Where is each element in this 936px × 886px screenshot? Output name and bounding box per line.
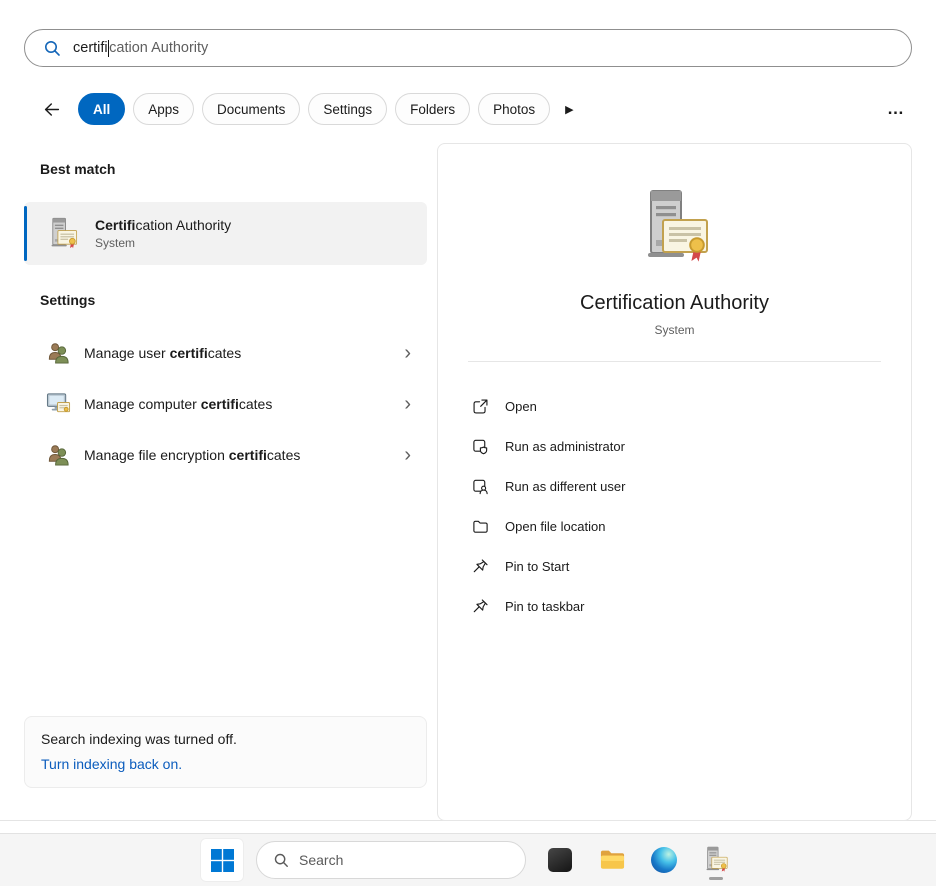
preview-title: Certification Authority <box>438 292 911 315</box>
certification-authority-icon <box>702 846 730 874</box>
open-file-location-icon <box>472 518 489 535</box>
running-app-indicator <box>709 877 723 880</box>
edge-icon <box>651 847 677 873</box>
back-button[interactable] <box>36 94 66 124</box>
best-match-subtitle: System <box>95 236 231 250</box>
pin-icon <box>472 598 489 615</box>
search-text: certifi cation Authority <box>73 40 208 57</box>
taskbar-items: Search <box>200 834 738 886</box>
action-label: Pin to taskbar <box>505 599 585 614</box>
chevron-right-icon: › <box>404 394 411 414</box>
best-match-result[interactable]: Certification Authority System <box>24 202 427 265</box>
label-post: cates <box>239 396 272 412</box>
best-match-text: Certification Authority System <box>95 217 231 250</box>
result-manage-user-certificates[interactable]: Manage user certificates › <box>24 327 427 378</box>
action-label: Run as different user <box>505 479 625 494</box>
action-label: Run as administrator <box>505 439 625 454</box>
settings-results-list: Manage user certificates › Manage comput… <box>24 327 427 480</box>
label-post: cates <box>267 447 300 463</box>
run-as-admin-icon <box>472 438 489 455</box>
taskbar: Search <box>0 833 936 886</box>
label-pre: Manage file encryption <box>84 447 229 463</box>
label-post: cates <box>208 345 241 361</box>
selection-accent-bar <box>24 206 27 261</box>
search-icon <box>273 852 289 868</box>
certification-authority-taskbar-button[interactable] <box>694 838 738 882</box>
result-manage-file-encryption-certificates[interactable]: Manage file encryption certificates › <box>24 429 427 480</box>
search-flyout: certifi cation Authority All Apps Docume… <box>0 0 936 821</box>
result-label: Manage file encryption certificates <box>84 447 300 463</box>
action-label: Open <box>505 399 537 414</box>
action-open[interactable]: Open <box>452 386 897 426</box>
file-explorer-button[interactable] <box>590 838 634 882</box>
title-rest-segment: cation Authority <box>135 217 231 233</box>
label-match: certifi <box>229 447 267 463</box>
options-ellipsis-icon[interactable]: … <box>887 99 906 119</box>
taskbar-dark-app-button[interactable] <box>538 838 582 882</box>
filter-tab-apps[interactable]: Apps <box>133 93 194 125</box>
edge-button[interactable] <box>642 838 686 882</box>
users-icon <box>46 442 71 467</box>
back-arrow-icon <box>42 100 61 119</box>
chevron-right-icon: › <box>404 343 411 363</box>
filter-tab-settings[interactable]: Settings <box>308 93 387 125</box>
start-button[interactable] <box>200 838 244 882</box>
search-suggestion: cation Authority <box>109 40 208 56</box>
taskbar-search-box[interactable]: Search <box>256 841 526 879</box>
turn-indexing-on-link[interactable]: Turn indexing back on. <box>41 755 410 774</box>
action-run-as-administrator[interactable]: Run as administrator <box>452 426 897 466</box>
action-label: Open file location <box>505 519 605 534</box>
label-match: certifi <box>201 396 239 412</box>
action-pin-to-start[interactable]: Pin to Start <box>452 546 897 586</box>
computer-certificate-icon <box>46 391 71 416</box>
search-query: certifi <box>73 40 108 56</box>
label-match: certifi <box>170 345 208 361</box>
more-filters-icon[interactable]: ▶ <box>565 103 573 116</box>
windows-logo-icon <box>211 849 234 872</box>
action-open-file-location[interactable]: Open file location <box>452 506 897 546</box>
taskbar-search-label: Search <box>299 852 343 868</box>
best-match-header: Best match <box>40 161 115 177</box>
divider <box>468 361 881 362</box>
search-input[interactable]: certifi cation Authority <box>24 29 912 67</box>
action-pin-to-taskbar[interactable]: Pin to taskbar <box>452 586 897 626</box>
open-icon <box>472 398 489 415</box>
run-as-user-icon <box>472 478 489 495</box>
action-list: Open Run as administrator Run as differe… <box>452 386 897 626</box>
certification-authority-large-icon <box>635 188 715 268</box>
filter-tab-documents[interactable]: Documents <box>202 93 300 125</box>
filter-tab-photos[interactable]: Photos <box>478 93 550 125</box>
dark-app-icon <box>548 848 572 872</box>
search-icon <box>43 39 61 57</box>
label-pre: Manage computer <box>84 396 201 412</box>
preview-panel: Certification Authority System Open Run … <box>437 143 912 821</box>
best-match-title: Certification Authority <box>95 217 231 233</box>
users-icon <box>46 340 71 365</box>
pin-icon <box>472 558 489 575</box>
indexing-notice: Search indexing was turned off. Turn ind… <box>24 716 427 788</box>
result-label: Manage computer certificates <box>84 396 272 412</box>
filter-tab-folders[interactable]: Folders <box>395 93 470 125</box>
indexing-notice-message: Search indexing was turned off. <box>41 730 410 749</box>
certification-authority-icon <box>46 217 80 251</box>
action-run-as-different-user[interactable]: Run as different user <box>452 466 897 506</box>
settings-header: Settings <box>40 292 95 308</box>
file-explorer-icon <box>599 847 626 874</box>
result-manage-computer-certificates[interactable]: Manage computer certificates › <box>24 378 427 429</box>
result-label: Manage user certificates <box>84 345 241 361</box>
title-match-segment: Certifi <box>95 217 135 233</box>
preview-subtitle: System <box>438 323 911 337</box>
filter-bar: All Apps Documents Settings Folders Phot… <box>36 91 906 127</box>
filter-tab-all[interactable]: All <box>78 93 125 125</box>
label-pre: Manage user <box>84 345 170 361</box>
action-label: Pin to Start <box>505 559 569 574</box>
chevron-right-icon: › <box>404 445 411 465</box>
